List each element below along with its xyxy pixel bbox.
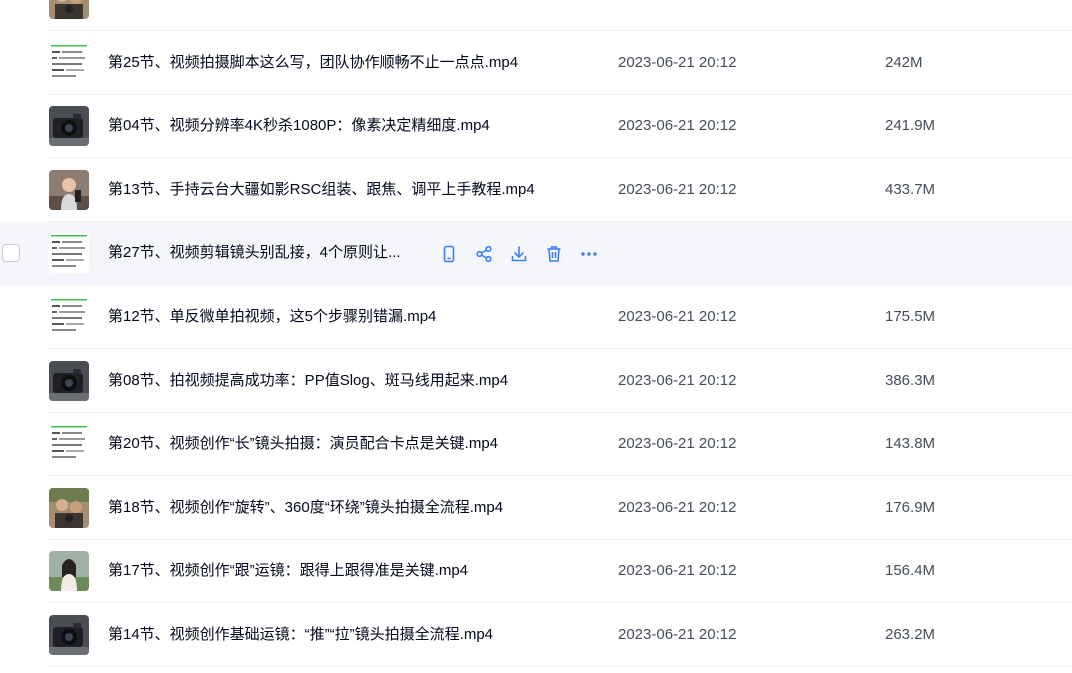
modified-date: 2023-06-21 20:12 xyxy=(618,180,737,198)
video-thumbnail[interactable] xyxy=(49,42,89,83)
file-name[interactable]: 第14节、视频创作基础运镜：“推”“拉”镜头拍摄全流程.mp4 xyxy=(108,626,493,644)
file-name[interactable]: 第27节、视频剪辑镜头别乱接，4个原则让... xyxy=(108,244,401,262)
video-thumbnail[interactable] xyxy=(49,551,89,592)
file-size: 242M xyxy=(885,53,923,71)
more-icon xyxy=(579,244,599,264)
table-row[interactable]: 第18节、视频创作“旋转”、360度“环绕”镜头拍摄全流程.mp4 2023-06… xyxy=(0,477,1072,540)
file-name[interactable]: 第12节、单反微单拍视频，这5个步骤别错漏.mp4 xyxy=(108,308,436,326)
table-row[interactable]: 第25节、视频拍摄脚本这么写，团队协作顺畅不止一点点.mp4 2023-06-21… xyxy=(0,32,1072,95)
modified-date: 2023-06-21 20:12 xyxy=(618,626,737,643)
file-name[interactable]: 第08节、拍视频提高成功率：PP值Slog、斑马线用起来.mp4 xyxy=(108,372,508,390)
file-size: 241.9M xyxy=(885,117,936,135)
table-row[interactable]: 第17节、视频创作“跟”运镜：跟得上跟得准是关键.mp4 2023-06-21 2… xyxy=(0,540,1072,604)
table-row[interactable] xyxy=(0,0,1072,31)
video-thumbnail[interactable] xyxy=(49,615,89,655)
file-name[interactable]: 第17节、视频创作“跟”运镜：跟得上跟得准是关键.mp4 xyxy=(108,562,468,580)
row-divider xyxy=(48,666,1072,667)
modified-date: 2023-06-21 20:12 xyxy=(618,562,737,580)
modified-date: 2023-06-21 20:12 xyxy=(618,371,737,389)
file-list: 第25节、视频拍摄脚本这么写，团队协作顺畅不止一点点.mp4 2023-06-21… xyxy=(0,0,1072,673)
modified-date: 2023-06-21 20:12 xyxy=(618,53,737,71)
file-size: 143.8M xyxy=(885,435,936,453)
video-thumbnail[interactable] xyxy=(49,487,89,528)
file-size: 433.7M xyxy=(885,180,936,198)
file-size: 156.4M xyxy=(885,562,936,580)
share-icon xyxy=(474,244,494,264)
file-name[interactable]: 第20节、视频创作“长”镜头拍摄：演员配合卡点是关键.mp4 xyxy=(108,435,498,453)
modified-date: 2023-06-21 20:12 xyxy=(618,435,737,453)
download-icon xyxy=(509,244,529,264)
video-thumbnail[interactable] xyxy=(49,233,89,274)
table-row[interactable]: 第27节、视频剪辑镜头别乱接，4个原则让... xyxy=(0,222,1072,286)
video-thumbnail[interactable] xyxy=(49,0,89,19)
phone-icon xyxy=(439,244,459,264)
table-row[interactable]: 第08节、拍视频提高成功率：PP值Slog、斑马线用起来.mp4 2023-06-… xyxy=(0,350,1072,413)
modified-date: 2023-06-21 20:12 xyxy=(618,308,737,325)
table-row[interactable]: 第13节、手持云台大疆如影RSC组装、跟焦、调平上手教程.mp4 2023-06-… xyxy=(0,159,1072,222)
modified-date: 2023-06-21 20:12 xyxy=(618,117,737,135)
video-thumbnail[interactable] xyxy=(49,360,89,401)
file-size: 263.2M xyxy=(885,626,936,643)
file-name[interactable]: 第04节、视频分辨率4K秒杀1080P：像素决定精细度.mp4 xyxy=(108,117,490,135)
table-row[interactable]: 第20节、视频创作“长”镜头拍摄：演员配合卡点是关键.mp4 2023-06-21… xyxy=(0,413,1072,477)
video-thumbnail[interactable] xyxy=(49,297,89,337)
file-name[interactable]: 第25节、视频拍摄脚本这么写，团队协作顺畅不止一点点.mp4 xyxy=(108,54,518,72)
trash-button[interactable] xyxy=(543,243,565,265)
row-actions xyxy=(438,243,613,265)
file-name[interactable]: 第13节、手持云台大疆如影RSC组装、跟焦、调平上手教程.mp4 xyxy=(108,181,535,199)
share-button[interactable] xyxy=(473,243,495,265)
file-name[interactable]: 第18节、视频创作“旋转”、360度“环绕”镜头拍摄全流程.mp4 xyxy=(108,499,503,517)
row-checkbox[interactable] xyxy=(2,244,20,263)
video-thumbnail[interactable] xyxy=(49,169,89,210)
table-row[interactable]: 第04节、视频分辨率4K秒杀1080P：像素决定精细度.mp4 2023-06-2… xyxy=(0,95,1072,159)
file-size: 175.5M xyxy=(885,308,936,325)
file-size: 386.3M xyxy=(885,371,936,389)
modified-date: 2023-06-21 20:12 xyxy=(618,498,737,516)
table-row[interactable]: 第12节、单反微单拍视频，这5个步骤别错漏.mp4 2023-06-21 20:1… xyxy=(0,286,1072,349)
phone-button[interactable] xyxy=(438,243,460,265)
more-button[interactable] xyxy=(578,243,600,265)
file-size: 176.9M xyxy=(885,498,936,516)
video-thumbnail[interactable] xyxy=(49,424,89,465)
video-thumbnail[interactable] xyxy=(49,106,89,147)
trash-icon xyxy=(544,244,564,264)
table-row[interactable]: 第14节、视频创作基础运镜：“推”“拉”镜头拍摄全流程.mp4 2023-06-2… xyxy=(0,604,1072,667)
download-button[interactable] xyxy=(508,243,530,265)
